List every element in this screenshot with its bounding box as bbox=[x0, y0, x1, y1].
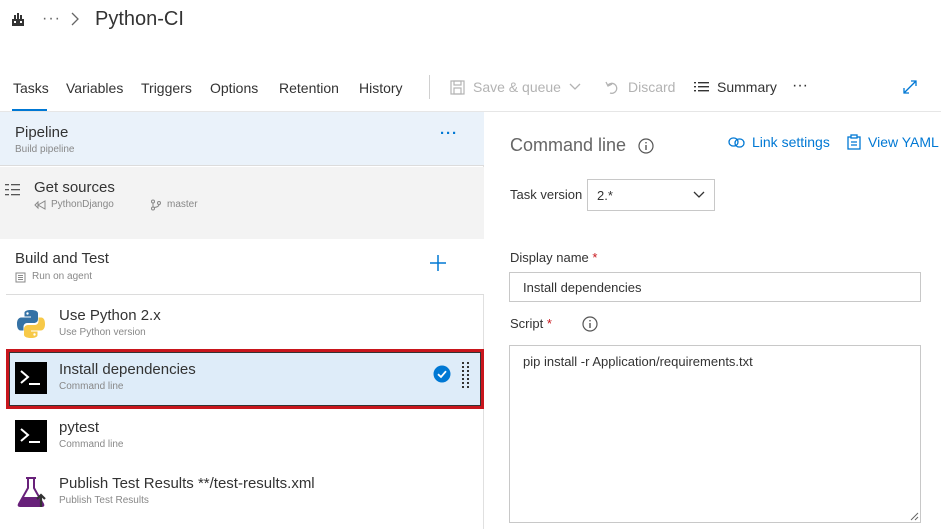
active-tab-indicator bbox=[12, 109, 47, 111]
breadcrumb-more-button[interactable]: ··· bbox=[42, 10, 61, 28]
display-name-input[interactable]: Install dependencies bbox=[509, 272, 921, 302]
link-settings-label: Link settings bbox=[752, 134, 830, 150]
task-title: pytest bbox=[59, 419, 100, 436]
chevron-down-icon bbox=[693, 191, 705, 198]
script-label-text: Script bbox=[510, 316, 544, 331]
link-settings-button[interactable]: Link settings bbox=[728, 134, 830, 150]
agent-job-item[interactable]: Build and Test Run on agent bbox=[6, 239, 484, 295]
summary-label: Summary bbox=[717, 79, 777, 95]
task-title: Publish Test Results **/test-results.xml bbox=[59, 475, 315, 492]
agent-icon bbox=[15, 272, 26, 283]
chevron-down-icon bbox=[569, 83, 581, 90]
pipeline-title: Pipeline bbox=[15, 124, 69, 141]
sources-icon bbox=[5, 184, 20, 196]
task-list-panel: Pipeline Build pipeline ··· Get sources … bbox=[0, 112, 484, 529]
get-sources-title: Get sources bbox=[34, 179, 115, 196]
pipeline-more-button[interactable]: ··· bbox=[440, 125, 458, 142]
task-subtitle: Use Python version bbox=[59, 327, 146, 338]
info-icon[interactable] bbox=[638, 138, 654, 154]
add-task-icon[interactable] bbox=[428, 253, 448, 273]
resize-handle-icon[interactable] bbox=[909, 511, 919, 521]
script-textarea[interactable]: pip install -r Application/requirements.… bbox=[509, 345, 921, 523]
repo-icon bbox=[34, 200, 46, 210]
get-sources-item[interactable]: Get sources PythonDjango master bbox=[0, 167, 484, 239]
display-name-label: Display name * bbox=[510, 250, 597, 265]
tab-tasks[interactable]: Tasks bbox=[13, 80, 49, 96]
save-icon bbox=[450, 79, 465, 95]
command-line-icon bbox=[15, 420, 47, 452]
task-title: Use Python 2.x bbox=[59, 307, 161, 324]
toolbar-divider bbox=[429, 75, 430, 99]
toolbar-more-button[interactable]: ··· bbox=[792, 77, 808, 95]
view-yaml-label: View YAML bbox=[868, 134, 939, 150]
task-item-install-dependencies[interactable]: Install dependencies Command line bbox=[6, 349, 484, 409]
display-name-label-text: Display name bbox=[510, 250, 589, 265]
branch-icon bbox=[151, 199, 161, 211]
task-details-panel: Command line Link settings View YAML Tas… bbox=[485, 112, 941, 529]
repo-name: PythonDjango bbox=[51, 199, 114, 210]
task-version-label: Task version bbox=[510, 187, 583, 202]
task-subtitle: Command line bbox=[59, 439, 124, 450]
discard-button[interactable]: Discard bbox=[605, 79, 675, 95]
pipeline-subtitle: Build pipeline bbox=[15, 144, 75, 155]
script-label: Script * bbox=[510, 316, 552, 331]
clipboard-icon bbox=[847, 134, 861, 150]
task-version-value: 2.* bbox=[597, 188, 613, 203]
discard-label: Discard bbox=[628, 79, 676, 95]
tab-options[interactable]: Options bbox=[210, 80, 258, 96]
undo-icon bbox=[605, 81, 618, 94]
drag-handle-icon[interactable] bbox=[462, 362, 470, 390]
flask-icon bbox=[17, 477, 46, 507]
list-icon bbox=[694, 82, 709, 92]
tab-retention[interactable]: Retention bbox=[279, 80, 339, 96]
task-item-publish-test-results[interactable]: Publish Test Results **/test-results.xml… bbox=[6, 463, 484, 519]
python-icon bbox=[17, 310, 45, 338]
save-queue-button[interactable]: Save & queue bbox=[450, 79, 581, 95]
required-marker: * bbox=[592, 250, 598, 265]
page-title: Python-CI bbox=[95, 8, 184, 30]
task-title: Install dependencies bbox=[59, 361, 196, 378]
branch-name: master bbox=[167, 199, 198, 210]
agent-job-title: Build and Test bbox=[15, 250, 109, 267]
tab-bar: Tasks Variables Triggers Options Retenti… bbox=[0, 70, 941, 112]
pipeline-icon[interactable] bbox=[10, 12, 26, 28]
task-item-pytest[interactable]: pytest Command line bbox=[6, 407, 484, 463]
task-details-title: Command line bbox=[510, 135, 627, 155]
view-yaml-button[interactable]: View YAML bbox=[847, 134, 939, 150]
task-subtitle: Publish Test Results bbox=[59, 495, 149, 506]
display-name-value: Install dependencies bbox=[523, 280, 642, 295]
tab-history[interactable]: History bbox=[359, 80, 403, 96]
save-queue-label: Save & queue bbox=[473, 79, 561, 95]
link-icon bbox=[728, 136, 745, 148]
script-value: pip install -r Application/requirements.… bbox=[523, 354, 753, 369]
tab-variables[interactable]: Variables bbox=[66, 80, 123, 96]
chevron-right-icon bbox=[71, 12, 79, 26]
task-subtitle: Command line bbox=[59, 381, 124, 392]
summary-button[interactable]: Summary bbox=[694, 79, 777, 95]
required-marker: * bbox=[546, 316, 552, 331]
task-version-select[interactable]: 2.* bbox=[587, 179, 715, 211]
command-line-icon bbox=[15, 362, 47, 394]
task-item-use-python[interactable]: Use Python 2.x Use Python version bbox=[6, 295, 484, 351]
check-circle-icon bbox=[433, 365, 451, 383]
tab-triggers[interactable]: Triggers bbox=[141, 80, 192, 96]
agent-job-subtitle: Run on agent bbox=[32, 271, 93, 282]
expand-icon[interactable] bbox=[902, 79, 918, 95]
header: ··· Python-CI bbox=[0, 0, 941, 56]
pipeline-item[interactable]: Pipeline Build pipeline ··· bbox=[0, 112, 484, 166]
info-icon[interactable] bbox=[582, 316, 598, 332]
